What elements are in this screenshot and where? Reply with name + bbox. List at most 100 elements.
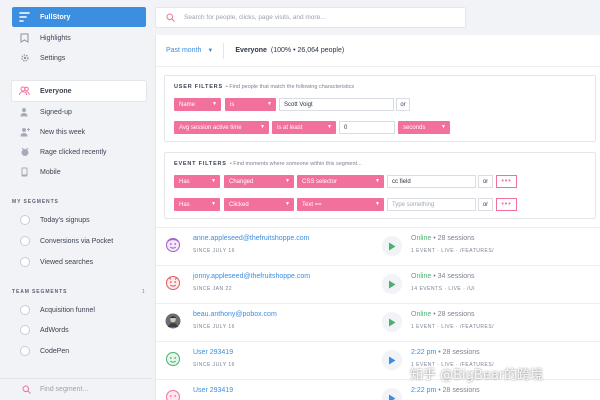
find-segment-placeholder: Find segment... — [40, 386, 89, 393]
play-icon — [389, 356, 396, 364]
brand-fullstory[interactable]: FullStory — [12, 7, 146, 27]
play-icon — [389, 318, 396, 326]
event-target-select[interactable]: CSS selector ▼ — [297, 175, 384, 188]
session-status: Online • 28 sessions — [411, 311, 475, 318]
segment-circle-icon — [19, 257, 30, 268]
avatar — [165, 275, 181, 291]
play-icon — [389, 280, 396, 288]
sidebar-item-label: Conversions via Pocket — [40, 237, 114, 245]
more-options-button[interactable]: ••• — [496, 175, 517, 188]
chevron-down-icon: ▼ — [211, 201, 216, 207]
sidebar: FullStory Highlights Settings Everyone S… — [0, 0, 152, 400]
gear-icon — [19, 53, 30, 64]
period-dropdown[interactable]: Past month — [166, 47, 201, 54]
segment-bar: Past month ▼ Everyone (100% • 26,064 peo… — [156, 35, 600, 67]
filter-unit-select[interactable]: seconds ▼ — [398, 121, 450, 134]
person-name[interactable]: anne.appleseed@thefruitshoppe.com — [193, 235, 309, 242]
watermark-text: 知乎 @BigBear的跨境 — [410, 368, 544, 383]
session-status: Online • 28 sessions — [411, 235, 475, 242]
filter-value-input[interactable]: Scott Voigt — [279, 98, 394, 111]
sidebar-item-acquisition-funnel[interactable]: Acquisition funnel — [12, 300, 146, 320]
person-name[interactable]: User 293419 — [193, 349, 233, 356]
filter-field-select[interactable]: Avg session active time ▼ — [174, 121, 269, 134]
event-value-input[interactable]: Type something — [387, 198, 476, 211]
segment-circle-icon — [19, 236, 30, 247]
sidebar-item-everyone[interactable]: Everyone — [12, 81, 146, 101]
chevron-down-icon: ▼ — [441, 124, 446, 130]
sidebar-item-label: Settings — [40, 54, 66, 62]
chevron-down-icon[interactable]: ▼ — [207, 48, 213, 54]
play-session-button[interactable] — [382, 236, 402, 256]
sidebar-item-label: New this week — [40, 128, 86, 136]
chevron-down-icon: ▼ — [211, 178, 216, 184]
sidebar-item-signed-up[interactable]: Signed-up — [12, 102, 146, 122]
sidebar-item-conversions-via-pocket[interactable]: Conversions via Pocket — [12, 231, 146, 251]
filter-operator-select[interactable]: is ▼ — [225, 98, 276, 111]
event-filters-panel: EVENT FILTERS • Find moments where someon… — [164, 152, 596, 219]
chevron-down-icon: ▼ — [267, 101, 272, 107]
person-since: SINCE JAN 22 — [193, 286, 233, 292]
or-button[interactable]: or — [478, 175, 493, 188]
person-row[interactable]: jonny.appleseed@thefruitshoppe.com SINCE… — [156, 265, 600, 303]
person-since: SINCE JULY 16 — [193, 362, 235, 368]
segment-circle-icon — [19, 215, 30, 226]
play-icon — [389, 394, 396, 400]
session-status: 2:22 pm • 28 sessions — [411, 387, 480, 394]
search-placeholder: Search for people, clicks, page visits, … — [184, 14, 326, 21]
search-icon — [166, 13, 175, 22]
play-session-button[interactable] — [382, 388, 402, 400]
sidebar-item-rage-clicked[interactable]: Rage clicked recently — [12, 142, 146, 162]
sidebar-item-label: Highlights — [40, 34, 71, 42]
find-segment-input[interactable]: Find segment... — [0, 378, 152, 400]
person-plus-icon — [19, 127, 30, 138]
play-session-button[interactable] — [382, 350, 402, 370]
sidebar-item-label: Acquisition funnel — [40, 306, 95, 314]
sidebar-item-new-this-week[interactable]: New this week — [12, 122, 146, 142]
person-name[interactable]: jonny.appleseed@thefruitshoppe.com — [193, 273, 310, 280]
event-action-select[interactable]: Clicked ▼ — [224, 198, 294, 211]
sidebar-item-mobile[interactable]: Mobile — [12, 162, 146, 182]
person-name[interactable]: User 293419 — [193, 387, 233, 394]
sidebar-item-codepen[interactable]: CodePen — [12, 341, 146, 361]
person-check-icon — [19, 107, 30, 118]
avatar — [165, 313, 181, 329]
event-verb-select[interactable]: Has ▼ — [174, 198, 220, 211]
rage-icon — [19, 147, 30, 158]
event-value-input[interactable]: cc field — [387, 175, 476, 188]
mobile-icon — [19, 167, 30, 178]
sidebar-item-settings[interactable]: Settings — [12, 48, 146, 68]
or-button[interactable]: or — [478, 198, 493, 211]
filter-operator-select[interactable]: is at least ▼ — [272, 121, 336, 134]
or-button[interactable]: or — [396, 98, 410, 111]
chevron-down-icon: ▼ — [375, 201, 380, 207]
sidebar-item-label: AdWords — [40, 326, 69, 334]
event-action-select[interactable]: Changed ▼ — [224, 175, 294, 188]
sidebar-item-todays-signups[interactable]: Today's signups — [12, 210, 146, 230]
chevron-down-icon: ▼ — [285, 178, 290, 184]
more-options-button[interactable]: ••• — [496, 198, 517, 211]
event-target-select[interactable]: Text == ▼ — [297, 198, 384, 211]
segment-circle-icon — [19, 346, 30, 357]
session-status: 2:22 pm • 28 sessions — [411, 349, 480, 356]
avatar — [165, 351, 181, 367]
sidebar-item-highlights[interactable]: Highlights — [12, 28, 146, 48]
person-row[interactable]: anne.appleseed@thefruitshoppe.com SINCE … — [156, 227, 600, 265]
filter-value-input[interactable]: 0 — [339, 121, 395, 134]
sidebar-item-label: Rage clicked recently — [40, 148, 107, 156]
global-search-input[interactable]: Search for people, clicks, page visits, … — [155, 7, 466, 28]
avatar — [165, 237, 181, 253]
segment-stats: (100% • 26,064 people) — [270, 47, 345, 54]
sidebar-item-adwords[interactable]: AdWords — [12, 320, 146, 340]
play-session-button[interactable] — [382, 312, 402, 332]
user-filters-panel: USER FILTERS • Find people that match the… — [164, 75, 596, 142]
chevron-down-icon: ▼ — [260, 124, 265, 130]
person-name[interactable]: beau.anthony@pobox.com — [193, 311, 277, 318]
play-session-button[interactable] — [382, 274, 402, 294]
session-events: 1 EVENT · LIVE · /FEATURES/ — [411, 324, 495, 330]
sidebar-item-viewed-searches[interactable]: Viewed searches — [12, 252, 146, 272]
event-verb-select[interactable]: Has ▼ — [174, 175, 220, 188]
divider — [223, 42, 225, 59]
filter-field-select[interactable]: Name ▼ — [174, 98, 221, 111]
search-icon — [22, 385, 31, 394]
person-row[interactable]: beau.anthony@pobox.com SINCE JULY 16 Onl… — [156, 303, 600, 341]
